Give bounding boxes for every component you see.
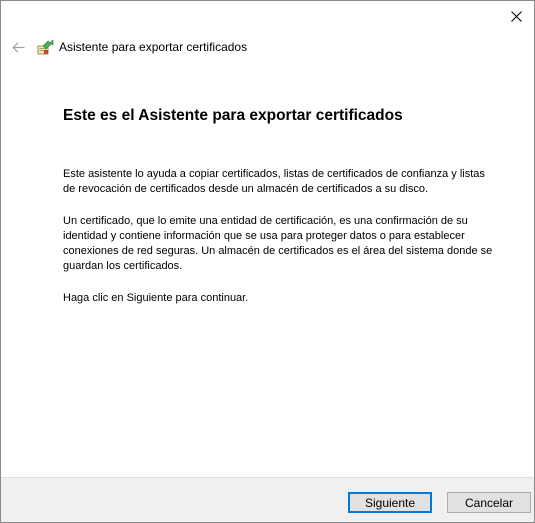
next-button[interactable]: Siguiente [348,492,432,513]
certificate-wizard-icon [36,38,54,56]
page-heading: Este es el Asistente para exportar certi… [63,107,403,124]
close-icon [510,10,522,22]
wizard-header: Asistente para exportar certificados [9,37,247,57]
wizard-content: Este es el Asistente para exportar certi… [63,105,493,304]
back-button[interactable] [9,38,27,56]
wizard-footer: Siguiente Cancelar [1,477,534,522]
title-bar [1,1,534,31]
close-button[interactable] [498,1,534,31]
back-arrow-icon [11,41,24,53]
description-paragraph-1: Este asistente lo ayuda a copiar certifi… [63,168,485,195]
cancel-button[interactable]: Cancelar [447,492,531,513]
wizard-header-title: Asistente para exportar certificados [59,40,248,54]
export-certificate-wizard-window: Asistente para exportar certificados Est… [0,0,535,523]
description-paragraph-2: Un certificado, que lo emite una entidad… [63,215,493,272]
instruction-paragraph: Haga clic en Siguiente para continuar. [63,292,249,304]
